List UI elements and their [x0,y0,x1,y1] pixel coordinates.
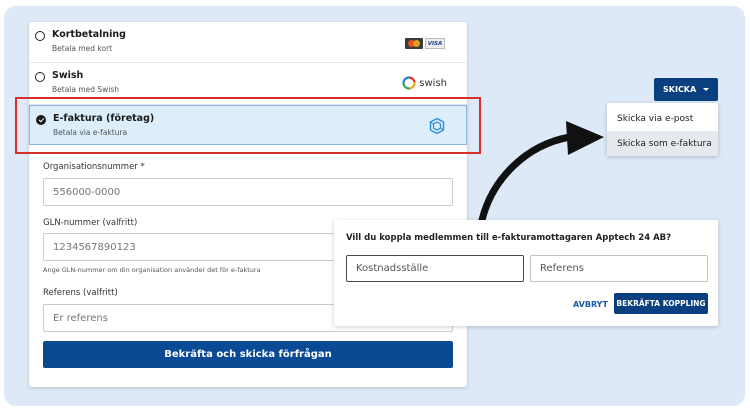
confirm-link-button[interactable]: BEKRÄFTA KOPPLING [614,293,708,314]
org-number-label: Organisationsnummer * [43,162,145,172]
menu-item-send-email[interactable]: Skicka via e-post [607,106,718,131]
swish-logo: swish [402,76,447,90]
org-number-input[interactable]: 556000-0000 [43,178,453,206]
menu-item-send-efaktura[interactable]: Skicka som e-faktura [607,131,718,156]
payment-option-card[interactable]: Kortbetalning Betala med kort VISA [29,22,467,63]
cost-center-input[interactable]: Kostnadsställe [346,255,524,282]
option-name: Swish [52,70,84,81]
reference-label: Referens (valfritt) [43,288,118,298]
send-menu: Skicka via e-post Skicka som e-faktura [607,103,718,156]
send-button-label: SKICKA [663,85,697,94]
dialog-reference-input[interactable]: Referens [530,255,708,282]
option-subtitle: Betala med Swish [52,85,120,94]
mastercard-icon [405,38,423,49]
cancel-button[interactable]: AVBRYT [573,300,608,309]
radio-card[interactable] [35,31,45,41]
send-dropdown-button[interactable]: SKICKA [654,78,718,101]
curved-arrow-icon [478,121,604,224]
link-recipient-dialog: Vill du koppla medlemmen till e-fakturam… [334,220,718,326]
caret-down-icon [703,88,709,91]
option-subtitle: Betala med kort [52,44,113,53]
efaktura-highlight-box [15,97,481,154]
radio-swish[interactable] [35,72,45,82]
swish-icon [402,76,416,90]
gln-hint: Ange GLN-nummer om din organisation anvä… [43,266,261,274]
gln-label: GLN-nummer (valfritt) [43,218,138,228]
dialog-question: Vill du koppla medlemmen till e-fakturam… [346,233,672,243]
confirm-and-send-button[interactable]: Bekräfta och skicka förfrågan [43,341,453,368]
option-name: Kortbetalning [52,29,126,40]
visa-icon: VISA [425,38,445,49]
card-logos: VISA [405,38,445,49]
swish-wordmark: swish [419,77,447,89]
